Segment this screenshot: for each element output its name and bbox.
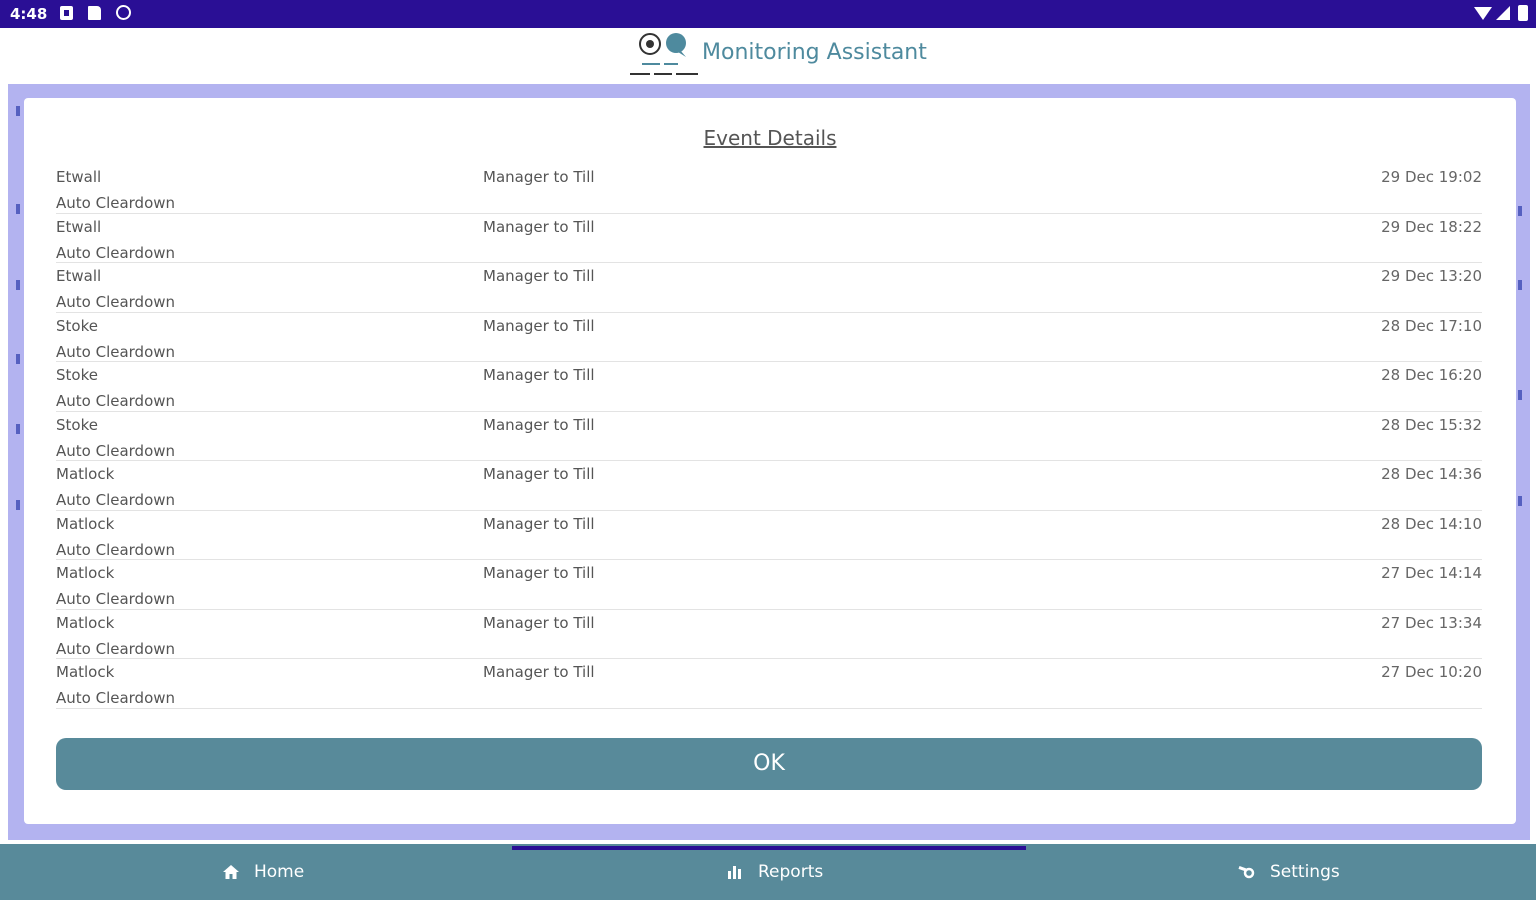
- event-type: Manager to Till: [483, 514, 595, 533]
- event-date: 29 Dec 19:02: [1381, 168, 1482, 186]
- battery-icon: [1518, 5, 1528, 21]
- event-description: Auto Cleardown: [56, 293, 176, 311]
- nav-settings[interactable]: Settings: [1238, 862, 1340, 882]
- event-description: Auto Cleardown: [56, 392, 176, 410]
- event-description: Auto Cleardown: [56, 342, 176, 361]
- event-type: Manager to Till: [483, 217, 595, 236]
- background-mark: [1518, 390, 1522, 400]
- app-logo-icon: [630, 33, 698, 75]
- event-type: Manager to Till: [483, 168, 595, 186]
- event-type: Manager to Till: [483, 366, 595, 384]
- event-description: Auto Cleardown: [56, 441, 176, 460]
- event-description: Auto Cleardown: [56, 639, 176, 658]
- background-mark: [16, 500, 20, 510]
- event-row[interactable]: Matlock Manager to Till 27 Dec 13:34 Aut…: [56, 610, 1482, 659]
- background-mark: [1518, 496, 1522, 506]
- settings-icon: [1238, 866, 1255, 879]
- event-type: Manager to Till: [483, 613, 595, 632]
- status-bar: 4:48: [0, 0, 1536, 28]
- event-site: Matlock: [56, 613, 115, 632]
- event-description: Auto Cleardown: [56, 243, 176, 262]
- event-site: Stoke: [56, 316, 98, 335]
- event-row[interactable]: Etwall Manager to Till 29 Dec 18:22 Auto…: [56, 214, 1482, 263]
- bottom-nav: Home Reports Settings: [0, 844, 1536, 900]
- event-site: Matlock: [56, 465, 115, 483]
- event-row[interactable]: Stoke Manager to Till 28 Dec 15:32 Auto …: [56, 412, 1482, 461]
- event-date: 28 Dec 15:32: [1381, 415, 1482, 434]
- event-description: Auto Cleardown: [56, 194, 176, 212]
- event-row[interactable]: Matlock Manager to Till 28 Dec 14:10 Aut…: [56, 511, 1482, 560]
- sync-icon: [116, 5, 131, 20]
- event-site: Stoke: [56, 415, 98, 434]
- event-site: Matlock: [56, 663, 115, 681]
- background-mark: [16, 106, 20, 116]
- event-type: Manager to Till: [483, 415, 595, 434]
- background-mark: [1518, 280, 1522, 290]
- event-row[interactable]: Stoke Manager to Till 28 Dec 17:10 Auto …: [56, 313, 1482, 362]
- app-title: Monitoring Assistant: [702, 40, 927, 65]
- event-row[interactable]: Etwall Manager to Till 29 Dec 19:02 Auto…: [56, 164, 1482, 214]
- event-description: Auto Cleardown: [56, 689, 176, 707]
- nav-home-label: Home: [254, 862, 305, 882]
- event-type: Manager to Till: [483, 316, 595, 335]
- event-site: Etwall: [56, 217, 102, 236]
- event-date: 28 Dec 16:20: [1381, 366, 1482, 384]
- nav-settings-label: Settings: [1270, 862, 1340, 882]
- status-time: 4:48: [10, 5, 48, 23]
- event-type: Manager to Till: [483, 465, 595, 483]
- notification-icon: [60, 6, 73, 20]
- event-date: 27 Dec 13:34: [1381, 613, 1482, 632]
- ok-button[interactable]: OK: [56, 738, 1482, 790]
- background-mark: [1518, 206, 1522, 216]
- event-row[interactable]: Matlock Manager to Till 27 Dec 10:20 Aut…: [56, 659, 1482, 709]
- background-mark: [16, 204, 20, 214]
- bar-chart-icon: [728, 866, 741, 879]
- event-site: Matlock: [56, 564, 115, 582]
- event-date: 29 Dec 13:20: [1381, 267, 1482, 285]
- nav-home[interactable]: Home: [222, 862, 304, 882]
- event-description: Auto Cleardown: [56, 590, 176, 608]
- background-mark: [16, 280, 20, 290]
- event-site: Matlock: [56, 514, 115, 533]
- event-date: 27 Dec 14:14: [1381, 564, 1482, 582]
- event-row[interactable]: Matlock Manager to Till 27 Dec 14:14 Aut…: [56, 560, 1482, 610]
- event-site: Etwall: [56, 168, 102, 186]
- event-description: Auto Cleardown: [56, 491, 176, 509]
- event-row[interactable]: Etwall Manager to Till 29 Dec 13:20 Auto…: [56, 263, 1482, 313]
- event-date: 27 Dec 10:20: [1381, 663, 1482, 681]
- sd-card-icon: [88, 6, 101, 20]
- event-row[interactable]: Stoke Manager to Till 28 Dec 16:20 Auto …: [56, 362, 1482, 412]
- app-header: Monitoring Assistant: [0, 28, 1536, 84]
- nav-active-indicator: [512, 846, 1026, 850]
- event-list[interactable]: Etwall Manager to Till 29 Dec 19:02 Auto…: [56, 164, 1482, 709]
- wifi-icon: [1474, 7, 1492, 20]
- event-type: Manager to Till: [483, 663, 595, 681]
- event-details-dialog: Event Details Etwall Manager to Till 29 …: [24, 98, 1516, 824]
- event-date: 28 Dec 14:10: [1381, 514, 1482, 533]
- event-date: 29 Dec 18:22: [1381, 217, 1482, 236]
- signal-icon: [1496, 6, 1510, 20]
- home-icon: [223, 865, 239, 879]
- event-date: 28 Dec 17:10: [1381, 316, 1482, 335]
- nav-reports-label: Reports: [758, 862, 824, 882]
- event-type: Manager to Till: [483, 267, 595, 285]
- nav-reports[interactable]: Reports: [726, 862, 823, 882]
- event-site: Etwall: [56, 267, 102, 285]
- event-type: Manager to Till: [483, 564, 595, 582]
- event-site: Stoke: [56, 366, 98, 384]
- event-row[interactable]: Matlock Manager to Till 28 Dec 14:36 Aut…: [56, 461, 1482, 511]
- background-mark: [16, 424, 20, 434]
- background-mark: [16, 354, 20, 364]
- event-date: 28 Dec 14:36: [1381, 465, 1482, 483]
- dialog-title: Event Details: [703, 126, 837, 150]
- event-description: Auto Cleardown: [56, 540, 176, 559]
